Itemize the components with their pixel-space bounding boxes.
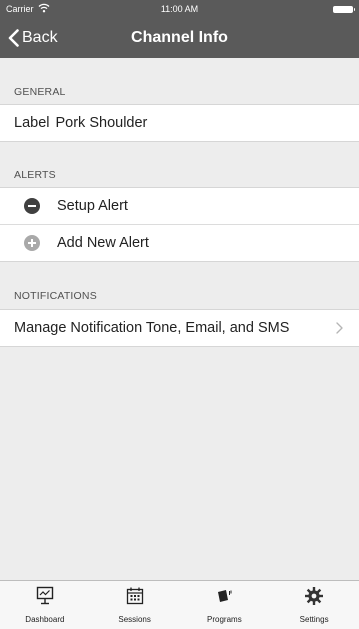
- tab-sessions-label: Sessions: [118, 615, 151, 624]
- tab-dashboard-label: Dashboard: [25, 615, 65, 624]
- channel-label-cell[interactable]: Label Pork Shoulder: [0, 105, 359, 141]
- alerts-group: Setup Alert Add New Alert: [0, 187, 359, 262]
- general-group: Label Pork Shoulder: [0, 104, 359, 142]
- tab-bar: Dashboard Sessions Programs Settings: [0, 580, 359, 629]
- status-bar: Carrier 11:00 AM: [0, 0, 359, 18]
- section-header-alerts: ALERTS: [14, 169, 56, 181]
- manage-notifications-label: Manage Notification Tone, Email, and SMS: [14, 320, 290, 336]
- status-time: 11:00 AM: [160, 4, 199, 14]
- tab-settings[interactable]: Settings: [269, 581, 359, 629]
- section-header-notifications: NOTIFICATIONS: [14, 290, 97, 302]
- add-new-alert-label: Add New Alert: [57, 235, 149, 251]
- app-screen: Carrier 11:00 AM Back Channel Info GENER…: [0, 0, 359, 629]
- remove-circle-icon[interactable]: [24, 198, 40, 214]
- top-bar: Carrier 11:00 AM Back Channel Info: [0, 0, 359, 58]
- page-title: Channel Info: [131, 29, 228, 46]
- tab-dashboard[interactable]: Dashboard: [0, 581, 90, 629]
- chevron-right-icon: [336, 322, 343, 334]
- notifications-group: Manage Notification Tone, Email, and SMS: [0, 309, 359, 347]
- channel-label-value[interactable]: Pork Shoulder: [55, 115, 147, 131]
- section-header-general: GENERAL: [14, 86, 66, 98]
- manage-notifications-cell[interactable]: Manage Notification Tone, Email, and SMS: [0, 310, 359, 346]
- calendar-icon: [126, 587, 143, 605]
- gear-icon: [305, 587, 324, 605]
- navigation-bar: Back Channel Info: [0, 18, 359, 58]
- battery-icon: [333, 6, 355, 13]
- dashboard-icon: [36, 586, 54, 605]
- setup-alert-label: Setup Alert: [57, 198, 128, 214]
- channel-label-title: Label: [14, 115, 50, 131]
- tab-settings-label: Settings: [299, 615, 329, 624]
- tab-programs-label: Programs: [207, 615, 242, 624]
- settings-list: GENERAL Label Pork Shoulder ALERTS Setup…: [0, 58, 359, 580]
- programs-icon: [218, 590, 232, 602]
- tab-programs[interactable]: Programs: [180, 581, 270, 629]
- tab-sessions[interactable]: Sessions: [90, 581, 180, 629]
- add-new-alert-cell[interactable]: Add New Alert: [0, 224, 359, 261]
- setup-alert-cell[interactable]: Setup Alert: [0, 188, 359, 224]
- add-circle-icon[interactable]: [24, 235, 40, 251]
